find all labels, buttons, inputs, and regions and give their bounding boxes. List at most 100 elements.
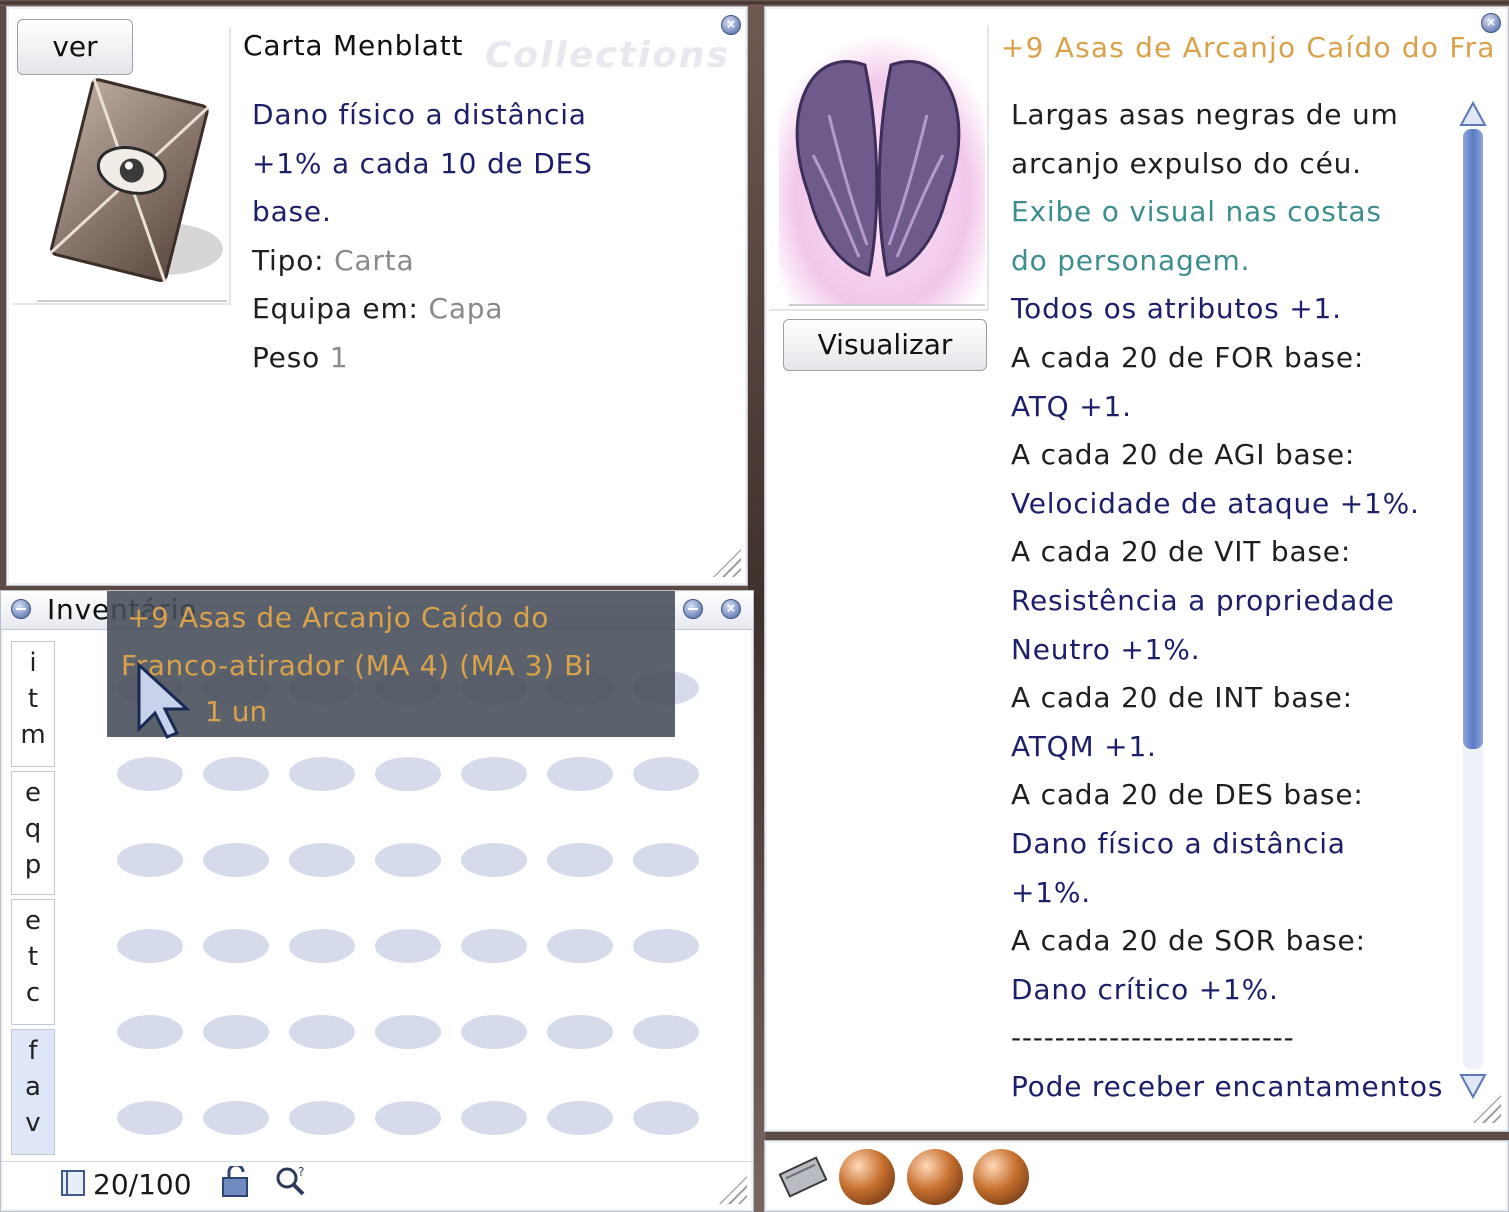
orb-slot-icon[interactable] — [973, 1149, 1029, 1205]
inventory-slot[interactable] — [289, 843, 355, 877]
inventory-slot[interactable] — [375, 929, 441, 963]
inventory-slot[interactable] — [117, 757, 183, 791]
close-icon[interactable]: × — [721, 599, 741, 619]
inventory-slot[interactable] — [203, 1101, 269, 1135]
collapse-icon[interactable] — [11, 599, 31, 619]
desc-line: Exibe o visual nas costas — [1011, 195, 1382, 229]
desc-line: Velocidade de ataque +1%. — [1011, 486, 1420, 520]
minimize-icon[interactable] — [683, 599, 703, 619]
tab-eqp[interactable]: eqp — [11, 771, 55, 895]
inventory-slot[interactable] — [289, 1101, 355, 1135]
orb-slot-icon[interactable] — [907, 1149, 963, 1205]
inventory-slot[interactable] — [289, 1015, 355, 1049]
card-info-window: Collections ver × Carta Menblatt Dano fí… — [6, 6, 748, 586]
desc-line: Dano físico a distância — [1011, 826, 1346, 860]
desc-line: A cada 20 de INT base: — [1011, 681, 1353, 715]
inventory-slot[interactable] — [461, 757, 527, 791]
desc-line: +1%. — [1011, 875, 1091, 909]
type-value: Carta — [334, 243, 415, 277]
scrollbar[interactable] — [1459, 99, 1487, 1101]
inventory-slot[interactable] — [203, 757, 269, 791]
inventory-slot[interactable] — [633, 1101, 699, 1135]
resize-handle[interactable] — [713, 549, 741, 577]
inventory-slot[interactable] — [461, 1015, 527, 1049]
desc-line: Largas asas negras de um — [1011, 98, 1399, 131]
desc-line: ATQ +1. — [1011, 389, 1132, 423]
scroll-thumb[interactable] — [1463, 129, 1483, 749]
inventory-slot[interactable] — [375, 1015, 441, 1049]
desc-line: A cada 20 de FOR base: — [1011, 340, 1365, 374]
inventory-slot[interactable] — [375, 843, 441, 877]
inventory-slot[interactable] — [547, 1101, 613, 1135]
inventory-slot[interactable] — [289, 929, 355, 963]
desc-line: -------------------------- — [1011, 1021, 1295, 1055]
book-icon — [61, 1170, 85, 1196]
desc-line: Neutro +1%. — [1011, 632, 1201, 666]
desc-line: A cada 20 de DES base: — [1011, 778, 1364, 812]
orb-slot-icon[interactable] — [839, 1149, 895, 1205]
desc-line: A cada 20 de AGI base: — [1011, 438, 1356, 472]
inventory-slot[interactable] — [203, 929, 269, 963]
cursor-icon — [137, 661, 191, 739]
inventory-slot[interactable] — [461, 843, 527, 877]
capacity-text: 20/100 — [93, 1168, 192, 1201]
desc-line: ATQM +1. — [1011, 729, 1157, 763]
search-icon[interactable]: ? — [273, 1164, 309, 1198]
inventory-slot[interactable] — [289, 757, 355, 791]
equip-label: Equipa em: — [252, 292, 419, 326]
desc-line: A cada 20 de SOR base: — [1011, 924, 1366, 958]
equip-value: Capa — [428, 292, 504, 326]
card-description: Dano físico a distância +1% a cada 10 de… — [252, 91, 593, 383]
card-image-frame — [13, 27, 231, 305]
inventory-slot[interactable] — [117, 1101, 183, 1135]
inventory-slot[interactable] — [633, 929, 699, 963]
inventory-slot[interactable] — [461, 1101, 527, 1135]
tab-fav[interactable]: fav — [11, 1029, 55, 1155]
desc-line: Resistência a propriedade — [1011, 583, 1395, 617]
inventory-slot[interactable] — [375, 757, 441, 791]
tab-label: fav — [18, 1036, 48, 1144]
tooltip-line: +9 Asas de Arcanjo Caído do — [127, 601, 550, 634]
desc-line: Dano crítico +1%. — [1011, 972, 1279, 1006]
inventory-slot[interactable] — [203, 843, 269, 877]
inventory-slot[interactable] — [117, 929, 183, 963]
inventory-slot[interactable] — [547, 929, 613, 963]
desc-line: Pode receber encantamentos — [1011, 1069, 1444, 1103]
item-title: +9 Asas de Arcanjo Caído do Fra — [1001, 31, 1496, 64]
inventory-window: Inventário × itm eqp etc fav +9 Asas de … — [0, 590, 754, 1212]
inventory-slot[interactable] — [203, 1015, 269, 1049]
tab-itm[interactable]: itm — [11, 641, 55, 767]
close-icon[interactable]: × — [721, 15, 741, 35]
scroll-up-icon[interactable] — [1459, 99, 1487, 129]
lock-icon[interactable] — [219, 1166, 253, 1198]
inventory-slot[interactable] — [547, 1015, 613, 1049]
inventory-slot[interactable] — [547, 757, 613, 791]
visualize-button[interactable]: Visualizar — [783, 319, 987, 371]
scroll-down-icon[interactable] — [1459, 1071, 1487, 1101]
card-icon — [37, 78, 227, 302]
item-info-window: × +9 Asas de Arcanjo Caído do Fra Visual… — [764, 6, 1509, 1132]
tab-etc[interactable]: etc — [11, 899, 55, 1025]
inventory-slot[interactable] — [117, 1015, 183, 1049]
wings-icon — [779, 35, 985, 306]
inventory-slot[interactable] — [633, 843, 699, 877]
inventory-slot[interactable] — [461, 929, 527, 963]
resize-handle[interactable] — [719, 1176, 747, 1204]
weight-value: 1 — [329, 340, 349, 374]
item-description: Largas asas negras de um arcanjo expulso … — [1011, 91, 1443, 1111]
inventory-slot[interactable] — [375, 1101, 441, 1135]
weight-label: Peso — [252, 340, 321, 374]
inventory-slot[interactable] — [633, 1015, 699, 1049]
inventory-slot[interactable] — [633, 757, 699, 791]
close-icon[interactable]: × — [1481, 13, 1501, 33]
inventory-slot[interactable] — [547, 843, 613, 877]
desc-line: base. — [252, 195, 332, 229]
inventory-slot[interactable] — [117, 843, 183, 877]
card-slot-icon[interactable] — [775, 1155, 831, 1199]
svg-text:?: ? — [298, 1165, 304, 1179]
tab-label: etc — [18, 906, 48, 1014]
watermark: Collections — [485, 35, 730, 76]
desc-line: arcanjo expulso do céu. — [1011, 146, 1362, 180]
item-image-frame — [769, 25, 989, 311]
desc-line: Todos os atributos +1. — [1011, 292, 1342, 326]
